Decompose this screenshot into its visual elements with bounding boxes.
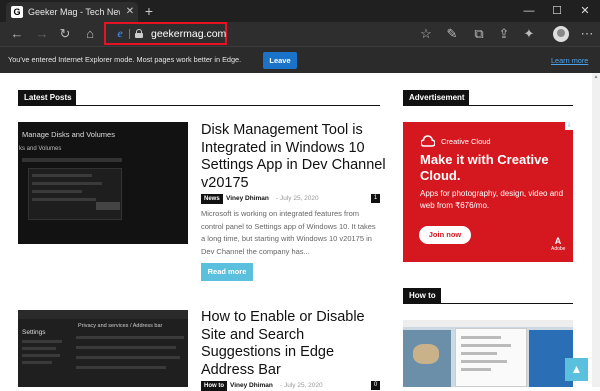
maximize-button[interactable]: ☐ xyxy=(543,0,571,22)
category-badge[interactable]: How to xyxy=(201,381,227,391)
minimize-button[interactable]: — xyxy=(515,0,543,22)
favorites-list-icon[interactable]: ✦ xyxy=(521,26,537,42)
ad-info-icon[interactable]: i xyxy=(565,122,573,130)
back-arrow-icon[interactable]: ← xyxy=(9,26,25,42)
adobe-label: Adobe xyxy=(551,246,566,252)
post-title-link[interactable]: How to Enable or Disable Site and Search… xyxy=(201,309,381,381)
collections-icon[interactable]: ⧉ xyxy=(471,26,487,42)
address-bar-url[interactable]: geekermag.com xyxy=(151,27,226,41)
favorite-star-icon[interactable]: ☆ xyxy=(418,26,434,42)
address-separator xyxy=(129,29,130,39)
page-scrollbar[interactable] xyxy=(592,73,600,387)
adobe-logo-icon: A Adobe xyxy=(551,236,566,252)
ie-mode-banner: You've entered Internet Explorer mode. M… xyxy=(0,46,600,73)
browser-toolbar: ← → ↻ ⌂ e geekermag.com ☆ ✎ ⧉ ⇪ ✦ ⋯ xyxy=(0,22,600,46)
advertisement-heading: Advertisement xyxy=(403,90,469,106)
thumb-subcaption: Privacy and services / Address bar xyxy=(78,323,163,329)
title-bar: G Geeker Mag - Tech News and Tu ✕ + — ☐ … xyxy=(0,0,600,22)
lock-icon[interactable] xyxy=(135,29,143,38)
scroll-to-top-button[interactable]: ▲ xyxy=(565,358,588,381)
new-tab-button[interactable]: + xyxy=(142,3,156,19)
how-to-thumbnail[interactable] xyxy=(403,320,573,387)
forward-arrow-icon[interactable]: → xyxy=(34,26,50,42)
advertisement-rule xyxy=(403,105,573,106)
profile-avatar[interactable] xyxy=(553,26,569,42)
post-author[interactable]: Viney Dhiman xyxy=(226,194,269,204)
how-to-rule xyxy=(403,303,573,304)
ad-brand: Creative Cloud xyxy=(441,137,491,146)
ad-body: Apps for photography, design, video and … xyxy=(420,189,564,210)
how-to-heading: How to xyxy=(403,288,441,304)
latest-posts-rule xyxy=(18,105,380,106)
comment-count[interactable]: 1 xyxy=(371,194,380,203)
site-favicon-icon: G xyxy=(11,6,23,18)
thumb-subcaption: ks and Volumes xyxy=(19,146,62,152)
thumb-caption: Manage Disks and Volumes xyxy=(22,130,115,139)
category-badge[interactable]: News xyxy=(201,194,223,204)
ie-mode-icon[interactable]: e xyxy=(114,27,126,40)
creative-cloud-ad[interactable]: Creative Cloud Make it with Creative Clo… xyxy=(403,122,573,262)
browser-tab[interactable]: G Geeker Mag - Tech News and Tu ✕ xyxy=(6,2,138,22)
close-window-button[interactable]: ✕ xyxy=(571,0,599,22)
close-tab-icon[interactable]: ✕ xyxy=(124,5,136,18)
post-author[interactable]: Viney Dhiman xyxy=(230,381,273,391)
post-excerpt: Microsoft is working on integrated featu… xyxy=(201,209,376,256)
tab-title: Geeker Mag - Tech News and Tu xyxy=(28,7,120,17)
refresh-icon[interactable]: ↻ xyxy=(57,26,73,42)
learn-more-link[interactable]: Learn more xyxy=(551,55,595,66)
read-more-button[interactable]: Read more xyxy=(201,263,253,281)
thumb-caption: Settings xyxy=(22,329,46,336)
ad-headline: Make it with Creative Cloud. xyxy=(420,152,549,183)
post-date: - July 25, 2020 xyxy=(280,382,323,389)
join-now-button[interactable]: Join now xyxy=(419,226,471,244)
post-date: - July 25, 2020 xyxy=(276,195,319,202)
post-thumbnail[interactable]: Settings Privacy and services / Address … xyxy=(18,310,188,387)
post-thumbnail[interactable]: Manage Disks and Volumes ks and Volumes xyxy=(18,122,188,244)
home-icon[interactable]: ⌂ xyxy=(82,26,98,42)
more-menu-icon[interactable]: ⋯ xyxy=(579,26,595,42)
read-aloud-icon[interactable]: ✎ xyxy=(444,26,460,42)
post-title-link[interactable]: Disk Management Tool is Integrated in Wi… xyxy=(201,122,386,194)
leave-button[interactable]: Leave xyxy=(263,52,297,69)
scroll-up-arrow-icon[interactable]: ▲ xyxy=(593,74,599,80)
share-icon[interactable]: ⇪ xyxy=(496,26,512,42)
banner-message: You've entered Internet Explorer mode. M… xyxy=(8,55,242,64)
creative-cloud-logo-icon xyxy=(421,135,435,147)
comment-count[interactable]: 0 xyxy=(371,381,380,390)
latest-posts-heading: Latest Posts xyxy=(18,90,76,106)
